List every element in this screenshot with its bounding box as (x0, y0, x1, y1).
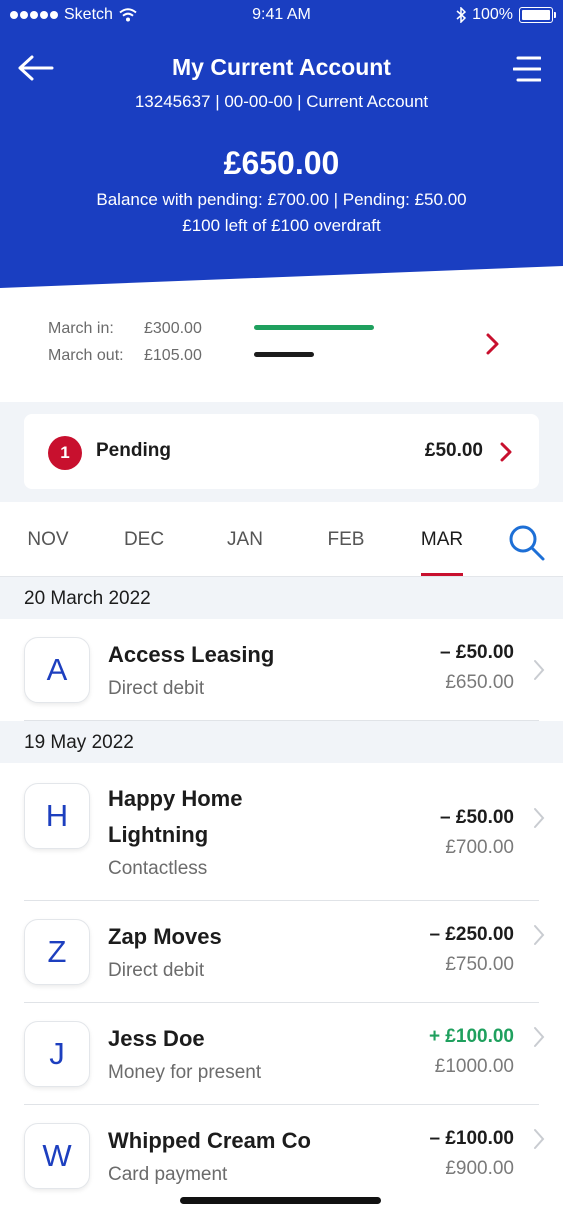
menu-icon[interactable] (513, 54, 541, 84)
status-bar: Sketch 9:41 AM 100% (0, 0, 563, 32)
transaction-name: Jess Doe (108, 1026, 205, 1051)
tab-feb[interactable]: FEB (306, 529, 386, 551)
account-balance: £650.00 (223, 145, 340, 181)
active-tab-indicator (421, 573, 463, 576)
pending-amount: £50.00 (424, 440, 483, 461)
tab-mar[interactable]: MAR (402, 529, 482, 551)
transaction-name-line1: Happy Home (108, 786, 243, 811)
tab-jan[interactable]: JAN (205, 529, 285, 551)
pending-count-badge: 1 (48, 436, 82, 470)
money-out-label: March out: (48, 347, 124, 364)
account-header: Sketch 9:41 AM 100% My Current Account 1… (0, 0, 563, 290)
account-details: 13245637 | 00-00-00 | Current Account (134, 92, 429, 111)
money-in-value: £300.00 (144, 320, 202, 337)
transaction-type: Direct debit (108, 960, 205, 981)
date-header-label: 20 March 2022 (24, 588, 151, 609)
account-title: My Current Account (172, 54, 391, 80)
transaction-type: Card payment (108, 1164, 228, 1185)
transaction-amount: – £50.00 (440, 642, 514, 663)
money-out-bar (254, 352, 314, 357)
battery-percent: 100% (472, 6, 513, 23)
chevron-right-icon (534, 1129, 545, 1149)
overdraft-info: £100 left of £100 overdraft (182, 216, 381, 235)
transaction-amount: + £100.00 (428, 1026, 514, 1047)
pending-card[interactable]: 1 Pending £50.00 (24, 414, 539, 489)
bluetooth-icon (456, 7, 467, 23)
home-indicator (180, 1197, 381, 1204)
date-header-label: 19 May 2022 (24, 732, 134, 753)
pending-section: 1 Pending £50.00 (0, 402, 563, 502)
balance-details: Balance with pending: £700.00 | Pending:… (96, 190, 467, 209)
money-in-row: March in: £300.00 (48, 320, 202, 338)
money-out-row: March out: £105.00 (48, 347, 202, 365)
transaction-balance: £650.00 (445, 672, 514, 693)
chevron-right-icon (534, 660, 545, 680)
tab-dec[interactable]: DEC (104, 529, 184, 551)
transaction-row[interactable]: H Happy Home Lightning Contactless – £50… (0, 763, 563, 901)
merchant-avatar: Z (24, 919, 90, 985)
transaction-balance: £1000.00 (434, 1056, 514, 1077)
money-out-value: £105.00 (144, 347, 202, 364)
tab-nov[interactable]: NOV (8, 529, 88, 551)
transaction-balance: £700.00 (445, 837, 514, 858)
transaction-row[interactable]: J Jess Doe Money for present + £100.00 £… (0, 1003, 563, 1105)
chevron-right-icon (500, 442, 512, 462)
transaction-row[interactable]: Z Zap Moves Direct debit – £250.00 £750.… (0, 901, 563, 1003)
transaction-type: Direct debit (108, 678, 205, 699)
chevron-right-icon (534, 808, 545, 828)
transaction-amount: – £250.00 (429, 924, 514, 945)
month-summary[interactable]: March in: £300.00 March out: £105.00 (0, 290, 563, 402)
transaction-name: Whipped Cream Co (108, 1128, 311, 1153)
status-right: 100% (456, 6, 556, 24)
chevron-right-icon[interactable] (484, 330, 502, 358)
month-tabs: NOV DEC JAN FEB MAR (0, 502, 563, 577)
date-header: 20 March 2022 (0, 577, 563, 619)
chevron-right-icon (534, 925, 545, 945)
merchant-avatar: W (24, 1123, 90, 1189)
merchant-avatar: A (24, 637, 90, 703)
transaction-name: Access Leasing (108, 642, 275, 667)
merchant-avatar: J (24, 1021, 90, 1087)
money-in-label: March in: (48, 320, 114, 337)
pending-label: Pending (96, 440, 171, 461)
transaction-name-line2: Lightning (108, 822, 209, 847)
search-icon[interactable] (506, 522, 546, 562)
battery-icon (519, 7, 556, 23)
transaction-amount: – £50.00 (440, 807, 514, 828)
transaction-type: Contactless (108, 858, 208, 879)
money-in-bar (254, 325, 374, 330)
transaction-balance: £900.00 (445, 1158, 514, 1179)
transaction-amount: – £100.00 (429, 1128, 514, 1149)
transaction-type: Money for present (108, 1062, 262, 1083)
transaction-row[interactable]: A Access Leasing Direct debit – £50.00 £… (0, 619, 563, 721)
date-header: 19 May 2022 (0, 721, 563, 763)
merchant-avatar: H (24, 783, 90, 849)
transaction-balance: £750.00 (445, 954, 514, 975)
chevron-right-icon (534, 1027, 545, 1047)
transaction-name: Zap Moves (108, 924, 222, 949)
